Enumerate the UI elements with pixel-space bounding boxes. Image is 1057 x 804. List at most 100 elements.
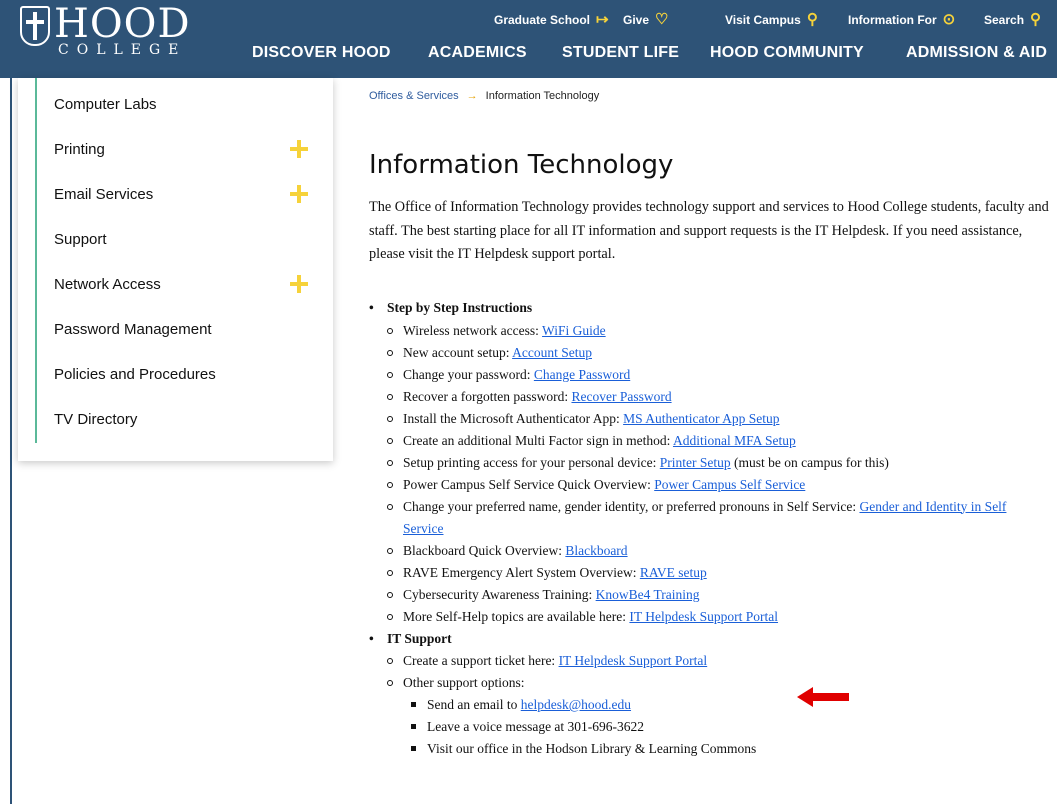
item-text: Other support options:	[403, 675, 525, 690]
search-icon: ⚲	[1030, 11, 1042, 28]
nav-admission-aid[interactable]: ADMISSION & AID	[906, 44, 1047, 62]
other-options-list: Send an email to helpdesk@hood.edu Leave…	[403, 694, 1049, 760]
breadcrumb: Offices & Services → Information Technolog…	[369, 90, 599, 102]
chevron-down-circle-icon: ⊙	[942, 11, 956, 28]
logo-wordmark: HOOD	[54, 1, 191, 47]
logo-subtitle: COLLEGE	[58, 42, 187, 58]
list-item: Setup printing access for your personal …	[387, 452, 1049, 474]
list-item: Blackboard Quick Overview: Blackboard	[387, 540, 1049, 562]
list-item: Recover a forgotten password: Recover Pa…	[387, 386, 1049, 408]
expand-plus-icon[interactable]	[290, 140, 308, 158]
list-item: Leave a voice message at 301-696-3622	[411, 716, 1049, 738]
list-item: New account setup: Account Setup	[387, 342, 1049, 364]
support-list: Create a support ticket here: IT Helpdes…	[369, 650, 1049, 760]
steps-list: Wireless network access: WiFi Guide New a…	[369, 320, 1049, 628]
nav-academics[interactable]: ACADEMICS	[428, 44, 527, 62]
list-item: RAVE Emergency Alert System Overview: RA…	[387, 562, 1049, 584]
sidebar-item-printing[interactable]: Printing	[54, 141, 105, 158]
instruction-link[interactable]: Additional MFA Setup	[673, 433, 796, 448]
instruction-link[interactable]: MS Authenticator App Setup	[623, 411, 779, 426]
list-item: Other support options: Send an email to …	[387, 672, 1049, 760]
page-left-border	[10, 78, 12, 804]
item-text: Recover a forgotten password:	[403, 388, 572, 404]
item-text: RAVE Emergency Alert System Overview:	[403, 564, 640, 580]
red-arrow-icon	[797, 687, 849, 707]
list-item: Change your preferred name, gender ident…	[387, 496, 1049, 540]
instruction-link[interactable]: Printer Setup	[660, 455, 731, 470]
instruction-link[interactable]: RAVE setup	[640, 565, 707, 580]
instruction-link[interactable]: KnowBe4 Training	[596, 587, 700, 602]
item-text: Setup printing access for your personal …	[403, 454, 660, 470]
heart-icon: ♡	[655, 11, 669, 28]
item-note: (must be on campus for this)	[730, 454, 889, 470]
sidebar-item-password-management[interactable]: Password Management	[54, 321, 212, 338]
utility-label: Search	[984, 13, 1025, 27]
item-text: Blackboard Quick Overview:	[403, 542, 566, 558]
item-text: Wireless network access:	[403, 322, 543, 338]
site-header: HOOD COLLEGE Graduate School ↦ Give ♡ Vi…	[0, 0, 1057, 78]
list-item: Create an additional Multi Factor sign i…	[387, 430, 1049, 452]
item-text: Install the Microsoft Authenticator App:	[403, 410, 624, 426]
item-text: Create a support ticket here:	[403, 653, 559, 668]
list-item: Power Campus Self Service Quick Overview…	[387, 474, 1049, 496]
item-text: Power Campus Self Service Quick Overview…	[403, 476, 655, 492]
utility-visit-campus[interactable]: Visit Campus ⚲	[725, 12, 818, 27]
list-item: Send an email to helpdesk@hood.edu	[411, 694, 1049, 716]
utility-search[interactable]: Search ⚲	[984, 11, 1042, 28]
helpdesk-portal-link[interactable]: IT Helpdesk Support Portal	[559, 653, 708, 668]
crest-icon	[20, 6, 50, 46]
section-it-support: IT Support Create a support ticket here:…	[369, 628, 1049, 761]
sidebar-item-computer-labs[interactable]: Computer Labs	[54, 96, 157, 113]
section-sidebar: Computer Labs Printing Email Services Su…	[18, 78, 333, 461]
item-text: Change your preferred name, gender ident…	[403, 498, 860, 514]
instruction-link[interactable]: Blackboard	[565, 543, 627, 558]
intro-paragraph: The Office of Information Technology pro…	[369, 199, 1049, 262]
instruction-link[interactable]: WiFi Guide	[542, 323, 606, 338]
utility-label: Graduate School	[494, 13, 591, 27]
arrow-right-icon: →	[466, 90, 478, 102]
page-title: Information Technology	[369, 150, 674, 180]
utility-graduate-school[interactable]: Graduate School ↦	[494, 11, 609, 28]
instruction-link[interactable]: Account Setup	[512, 345, 592, 360]
list-item: Change your password: Change Password	[387, 364, 1049, 386]
expand-plus-icon[interactable]	[290, 185, 308, 203]
sidebar-item-tv-directory[interactable]: TV Directory	[54, 411, 137, 428]
main-content: Step by Step Instructions Wireless netwo…	[369, 297, 1049, 760]
section-heading: Step by Step Instructions	[387, 300, 533, 315]
utility-label: Give	[623, 13, 650, 27]
utility-label: Information For	[848, 13, 937, 27]
list-item: Create a support ticket here: IT Helpdes…	[387, 650, 1049, 672]
item-text: Cybersecurity Awareness Training:	[403, 586, 596, 602]
list-item: Wireless network access: WiFi Guide	[387, 320, 1049, 342]
sidebar-item-network-access[interactable]: Network Access	[54, 276, 161, 293]
arrow-circle-icon: ↦	[596, 11, 609, 28]
utility-information-for[interactable]: Information For ⊙	[848, 11, 956, 28]
instruction-link[interactable]: Recover Password	[571, 389, 671, 404]
list-item: More Self-Help topics are available here…	[387, 606, 1049, 628]
nav-student-life[interactable]: STUDENT LIFE	[562, 44, 679, 62]
section-step-by-step: Step by Step Instructions Wireless netwo…	[369, 297, 1049, 628]
list-item: Install the Microsoft Authenticator App:…	[387, 408, 1049, 430]
list-item: Visit our office in the Hodson Library &…	[411, 738, 1049, 760]
instruction-link[interactable]: Power Campus Self Service	[654, 477, 805, 492]
item-text: Change your password:	[403, 366, 534, 382]
list-item: Cybersecurity Awareness Training: KnowBe…	[387, 584, 1049, 606]
instruction-link[interactable]: Change Password	[534, 367, 630, 382]
sidebar-item-support[interactable]: Support	[54, 231, 107, 248]
item-text: Send an email to	[427, 697, 521, 712]
breadcrumb-parent-link[interactable]: Offices & Services	[369, 90, 459, 102]
expand-plus-icon[interactable]	[290, 275, 308, 293]
hood-college-logo[interactable]: HOOD COLLEGE	[20, 2, 200, 72]
helpdesk-email-link[interactable]: helpdesk@hood.edu	[521, 697, 631, 712]
breadcrumb-current: Information Technology	[485, 90, 600, 102]
nav-hood-community[interactable]: HOOD COMMUNITY	[710, 44, 864, 62]
sidebar-accent-line	[35, 78, 37, 443]
utility-give[interactable]: Give ♡	[623, 11, 669, 28]
section-heading: IT Support	[387, 630, 452, 646]
sidebar-item-email-services[interactable]: Email Services	[54, 186, 153, 203]
sidebar-item-policies[interactable]: Policies and Procedures	[54, 366, 216, 383]
utility-label: Visit Campus	[725, 13, 801, 27]
instruction-link[interactable]: IT Helpdesk Support Portal	[629, 609, 778, 624]
nav-discover-hood[interactable]: DISCOVER HOOD	[252, 44, 391, 62]
item-text: Create an additional Multi Factor sign i…	[403, 432, 673, 448]
